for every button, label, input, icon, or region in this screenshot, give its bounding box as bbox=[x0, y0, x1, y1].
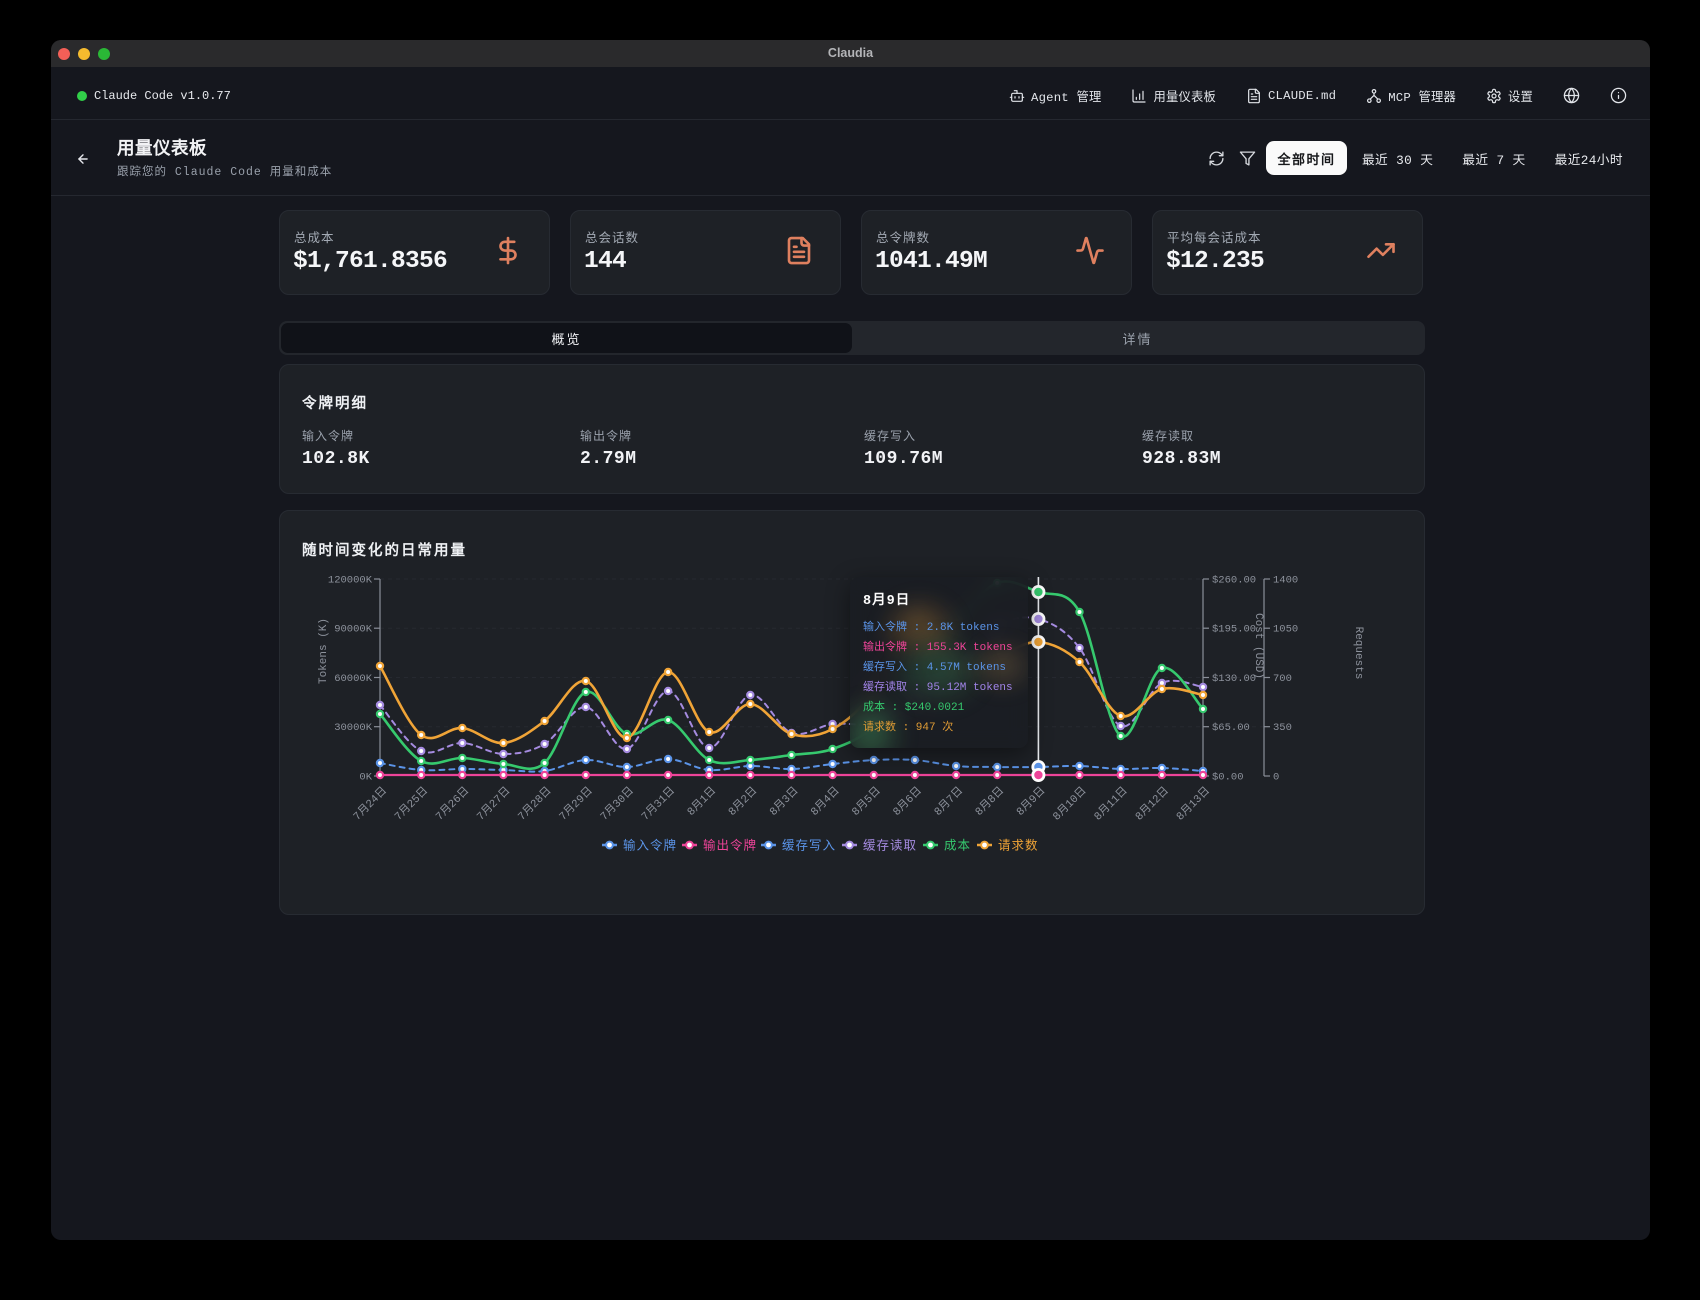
svg-text:8月3日: 8月3日 bbox=[767, 785, 801, 819]
svg-text:120000K: 120000K bbox=[328, 575, 373, 587]
svg-text:$0.00: $0.00 bbox=[1212, 772, 1244, 784]
svg-text:0: 0 bbox=[1273, 772, 1279, 784]
svg-text:8月6日: 8月6日 bbox=[891, 785, 925, 819]
svg-text:成本: 成本 bbox=[944, 839, 971, 854]
svg-text:7月25日: 7月25日 bbox=[392, 785, 431, 824]
svg-text:0K: 0K bbox=[359, 772, 372, 784]
svg-text:8月10日: 8月10日 bbox=[1051, 785, 1090, 824]
svg-text:请求数: 请求数 bbox=[998, 838, 1039, 854]
svg-text:7月27日: 7月27日 bbox=[474, 785, 513, 824]
svg-text:8月1日: 8月1日 bbox=[685, 785, 719, 819]
svg-text:8月13日: 8月13日 bbox=[1174, 785, 1213, 824]
svg-text:8月2日: 8月2日 bbox=[726, 785, 760, 819]
svg-text:$260.00: $260.00 bbox=[1212, 575, 1256, 587]
svg-text:8月5日: 8月5日 bbox=[850, 785, 884, 819]
svg-text:7月24日: 7月24日 bbox=[351, 785, 390, 824]
svg-text:8月8日: 8月8日 bbox=[973, 785, 1007, 819]
svg-text:350: 350 bbox=[1273, 722, 1292, 734]
svg-text:8月7日: 8月7日 bbox=[932, 785, 966, 819]
svg-text:输出令牌: 输出令牌 bbox=[703, 838, 757, 854]
svg-text:700: 700 bbox=[1273, 673, 1292, 685]
svg-text:8月4日: 8月4日 bbox=[808, 785, 842, 819]
svg-text:7月28日: 7月28日 bbox=[516, 785, 555, 824]
svg-text:缓存写入: 缓存写入 bbox=[782, 839, 836, 854]
svg-text:1050: 1050 bbox=[1273, 624, 1298, 636]
svg-text:Cost (USD): Cost (USD) bbox=[1252, 613, 1264, 679]
svg-text:8月11日: 8月11日 bbox=[1092, 785, 1131, 824]
svg-text:$195.00: $195.00 bbox=[1212, 624, 1256, 636]
svg-text:90000K: 90000K bbox=[334, 624, 373, 636]
svg-text:8月9日: 8月9日 bbox=[1014, 785, 1048, 819]
svg-text:7月31日: 7月31日 bbox=[639, 785, 678, 824]
svg-text:缓存读取: 缓存读取 bbox=[863, 839, 917, 854]
svg-text:8月12日: 8月12日 bbox=[1133, 785, 1172, 824]
svg-text:1400: 1400 bbox=[1273, 575, 1298, 587]
svg-text:30000K: 30000K bbox=[334, 722, 373, 734]
svg-text:7月26日: 7月26日 bbox=[433, 785, 472, 824]
svg-text:$65.00: $65.00 bbox=[1212, 722, 1250, 734]
svg-text:60000K: 60000K bbox=[334, 673, 373, 685]
svg-text:Tokens (K): Tokens (K) bbox=[318, 618, 330, 684]
svg-text:Requests: Requests bbox=[1352, 627, 1364, 680]
svg-text:输入令牌: 输入令牌 bbox=[623, 838, 677, 854]
svg-text:7月30日: 7月30日 bbox=[598, 785, 637, 824]
svg-text:$130.00: $130.00 bbox=[1212, 673, 1256, 685]
svg-text:7月29日: 7月29日 bbox=[557, 785, 596, 824]
